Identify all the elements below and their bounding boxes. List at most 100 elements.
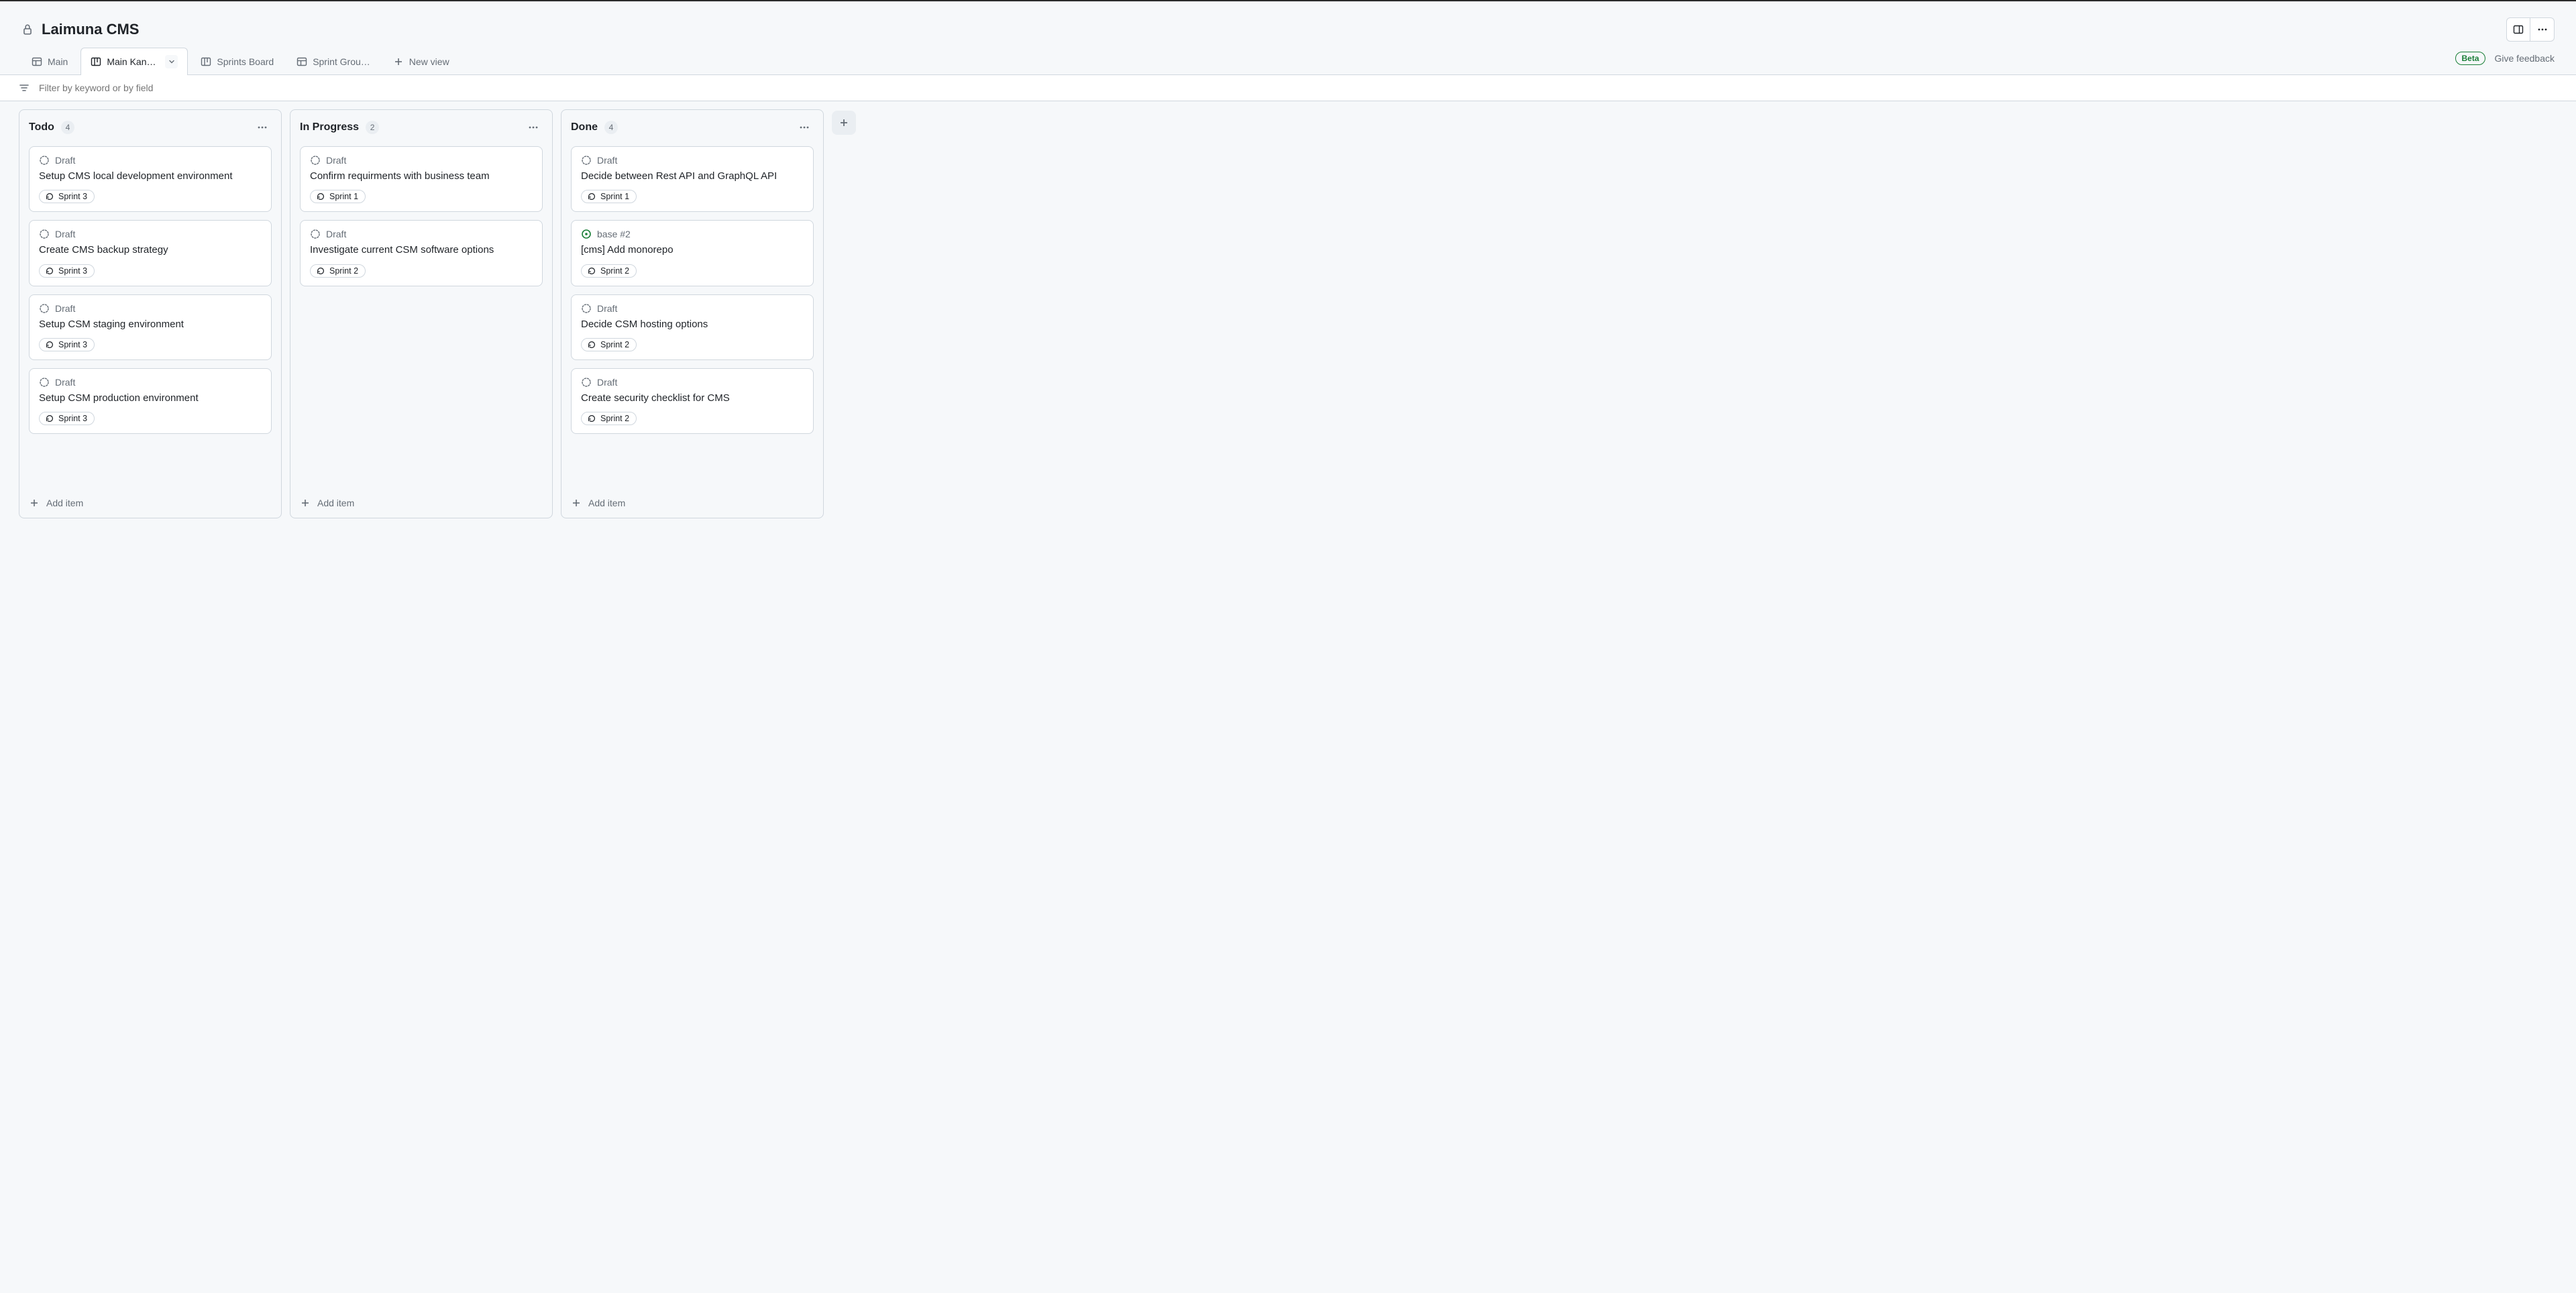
column-count-badge: 4 — [61, 121, 74, 134]
sprint-chip[interactable]: Sprint 1 — [310, 190, 366, 203]
panel-toggle-button[interactable] — [2506, 17, 2530, 42]
sprint-chip-label: Sprint 2 — [329, 266, 358, 276]
kanban-card[interactable]: Draft Setup CMS local development enviro… — [29, 146, 272, 212]
card-status-text: Draft — [326, 155, 346, 166]
more-button[interactable] — [2530, 17, 2555, 42]
column-title: In Progress — [300, 121, 359, 133]
sprint-chip[interactable]: Sprint 2 — [581, 338, 637, 351]
header-actions — [2506, 17, 2555, 42]
iteration-icon — [45, 266, 54, 276]
view-tab[interactable]: Main Kanban — [80, 48, 188, 75]
sprint-chip[interactable]: Sprint 2 — [581, 412, 637, 425]
view-tab-label: Main — [48, 56, 68, 67]
card-status-row: Draft — [39, 229, 262, 239]
column-header: Done 4 — [561, 110, 823, 145]
project-header: Laimuna CMS — [0, 1, 2576, 47]
kanban-icon — [91, 56, 101, 67]
sprint-chip-label: Sprint 3 — [58, 266, 87, 276]
table-icon — [297, 56, 307, 67]
view-tab[interactable]: Sprint Grou… — [286, 49, 380, 74]
card-status-text: Draft — [597, 377, 617, 388]
add-item-button[interactable]: Add item — [290, 490, 552, 518]
draft-icon — [310, 155, 321, 166]
card-status-row: Draft — [581, 155, 804, 166]
kanban-card[interactable]: Draft Create security checklist for CMS … — [571, 368, 814, 434]
add-item-button[interactable]: Add item — [19, 490, 281, 518]
card-status-text: Draft — [55, 303, 75, 314]
sprint-chip[interactable]: Sprint 3 — [39, 338, 95, 351]
kanban-card[interactable]: Draft Setup CSM staging environment Spri… — [29, 294, 272, 360]
kanban-card[interactable]: Draft Create CMS backup strategy Sprint … — [29, 220, 272, 286]
sprint-chip[interactable]: Sprint 3 — [39, 190, 95, 203]
card-status-text: Draft — [55, 377, 75, 388]
filter-icon[interactable] — [19, 82, 30, 93]
kanban-column: Done 4 Draft Decide between Rest API and… — [561, 109, 824, 518]
card-status-row: Draft — [310, 155, 533, 166]
sprint-chip-label: Sprint 3 — [58, 192, 87, 201]
iteration-icon — [587, 266, 596, 276]
kanban-card[interactable]: Draft Decide between Rest API and GraphQ… — [571, 146, 814, 212]
draft-icon — [581, 303, 592, 314]
view-tab-label: Sprint Grou… — [313, 56, 370, 67]
filter-input[interactable] — [38, 82, 2557, 94]
sprint-chip-label: Sprint 3 — [58, 414, 87, 423]
filter-bar — [0, 75, 2576, 101]
column-title: Todo — [29, 121, 54, 133]
sprint-chip[interactable]: Sprint 3 — [39, 412, 95, 425]
card-title: Setup CSM production environment — [39, 392, 262, 405]
card-title: Decide CSM hosting options — [581, 318, 804, 331]
card-status-row: Draft — [581, 303, 804, 314]
sprint-chip[interactable]: Sprint 2 — [310, 264, 366, 278]
plus-icon — [571, 498, 582, 508]
sprint-chip-label: Sprint 1 — [600, 192, 629, 201]
view-tab[interactable]: Sprints Board — [191, 49, 284, 74]
sprint-chip[interactable]: Sprint 3 — [39, 264, 95, 278]
card-title: Setup CSM staging environment — [39, 318, 262, 331]
give-feedback-link[interactable]: Give feedback — [2495, 53, 2555, 64]
column-menu-button[interactable] — [524, 118, 543, 137]
add-item-label: Add item — [46, 498, 83, 508]
card-status-row: base #2 — [581, 229, 804, 239]
sprint-chip-label: Sprint 3 — [58, 340, 87, 349]
kanban-card[interactable]: Draft Decide CSM hosting options Sprint … — [571, 294, 814, 360]
iteration-icon — [316, 266, 325, 276]
card-title: Investigate current CSM software options — [310, 243, 533, 257]
draft-icon — [39, 229, 50, 239]
add-item-button[interactable]: Add item — [561, 490, 823, 518]
kanban-column: Todo 4 Draft Setup CMS local development… — [19, 109, 282, 518]
add-column-button[interactable] — [832, 111, 856, 135]
column-menu-button[interactable] — [253, 118, 272, 137]
column-header: Todo 4 — [19, 110, 281, 145]
plus-icon — [393, 56, 404, 67]
iteration-icon — [587, 414, 596, 423]
iteration-icon — [316, 192, 325, 201]
sprint-chip[interactable]: Sprint 1 — [581, 190, 637, 203]
column-menu-button[interactable] — [795, 118, 814, 137]
sprint-chip-label: Sprint 2 — [600, 266, 629, 276]
sprint-chip-label: Sprint 1 — [329, 192, 358, 201]
column-header: In Progress 2 — [290, 110, 552, 145]
view-tab-menu-button[interactable] — [165, 55, 178, 68]
card-status-text: Draft — [55, 229, 75, 239]
plus-icon — [300, 498, 311, 508]
add-item-label: Add item — [588, 498, 625, 508]
draft-icon — [581, 155, 592, 166]
new-view-tab[interactable]: New view — [383, 49, 460, 74]
iteration-icon — [587, 192, 596, 201]
iteration-icon — [45, 414, 54, 423]
card-status-row: Draft — [39, 377, 262, 388]
kanban-card[interactable]: Draft Confirm requirments with business … — [300, 146, 543, 212]
lock-icon — [21, 23, 34, 36]
kanban-card[interactable]: Draft Setup CSM production environment S… — [29, 368, 272, 434]
kanban-board: Todo 4 Draft Setup CMS local development… — [0, 101, 2576, 1287]
kanban-card[interactable]: Draft Investigate current CSM software o… — [300, 220, 543, 286]
views-tabs: Main Main Kanban Sprints Board Sprint Grou…… — [0, 47, 2576, 75]
view-tab-label: Sprints Board — [217, 56, 274, 67]
kanban-card[interactable]: base #2 [cms] Add monorepo Sprint 2 — [571, 220, 814, 286]
card-title: [cms] Add monorepo — [581, 243, 804, 257]
sprint-chip[interactable]: Sprint 2 — [581, 264, 637, 278]
card-title: Create CMS backup strategy — [39, 243, 262, 257]
card-status-row: Draft — [581, 377, 804, 388]
issue-open-icon — [581, 229, 592, 239]
view-tab[interactable]: Main — [21, 49, 78, 74]
